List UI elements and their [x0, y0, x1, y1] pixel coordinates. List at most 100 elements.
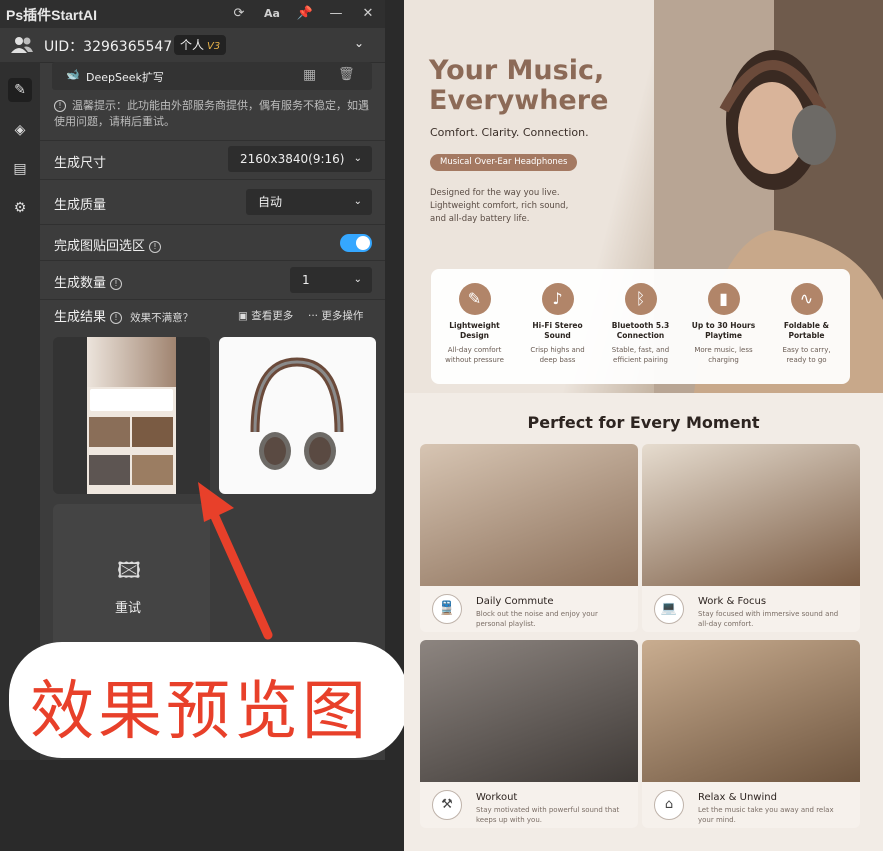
- relax-photo: [642, 640, 860, 782]
- info-icon: !: [149, 241, 162, 253]
- hero-title-line1: Your Music,: [429, 55, 605, 86]
- card-desc: Let the music take you away and relax yo…: [698, 806, 834, 824]
- workout-photo: [420, 640, 638, 782]
- desc-line: and all-day battery life.: [430, 214, 530, 224]
- hint-content: 温馨提示：此功能由外部服务商提供，偶有服务不稳定，如遇使用问题，请稍后重试。: [54, 99, 369, 128]
- chevron-down-icon: ⌄: [353, 274, 362, 285]
- hero-description: Designed for the way you live. Lightweig…: [430, 187, 610, 226]
- badge-level: V3: [207, 41, 221, 52]
- font-size-icon[interactable]: Aa: [262, 4, 282, 24]
- trash-icon[interactable]: 🗑: [338, 67, 355, 82]
- dumbbell-icon: ⚒: [432, 790, 462, 820]
- preview-poster: Your Music, Everywhere Comfort. Clarity.…: [404, 0, 883, 851]
- hero-title: Your Music, Everywhere: [429, 56, 608, 116]
- bluetooth-icon: ᛒ: [624, 283, 657, 315]
- feature-desc: All-day comfort: [447, 346, 502, 354]
- annotation-text: 效果预览图: [30, 675, 370, 749]
- broken-image-icon: 🖾: [117, 559, 141, 584]
- feature-title: Connection: [616, 331, 665, 340]
- card-desc: Block out the noise and enjoy your perso…: [476, 610, 598, 628]
- chevron-down-icon[interactable]: ⌄: [354, 36, 364, 50]
- section-title: Perfect for Every Moment: [527, 413, 760, 432]
- edit-icon[interactable]: ✎: [8, 78, 32, 102]
- annotation-arrow: [198, 482, 273, 640]
- card-title: Workout: [476, 792, 518, 803]
- count-row: 生成数量! 1 ⌄: [40, 261, 385, 300]
- feature-title: Up to 30 Hours: [691, 321, 756, 330]
- quality-label: 生成质量: [54, 198, 107, 213]
- card-title: Relax & Unwind: [698, 792, 777, 803]
- chevron-down-icon: ⌄: [353, 153, 362, 164]
- feature-desc: efficient pairing: [613, 356, 668, 364]
- toggle-knob: [356, 236, 370, 250]
- count-select[interactable]: 1 ⌄: [290, 267, 372, 293]
- size-value: 2160x3840(9:16): [240, 152, 345, 166]
- minimize-icon[interactable]: —: [326, 4, 346, 24]
- deepseek-expand-box[interactable]: 🐋 DeepSeek扩写 ▦ 🗑: [52, 62, 372, 90]
- pin-icon[interactable]: 📌: [295, 4, 315, 24]
- moment-card-workout: ⚒ Workout Stay motivated with powerful s…: [420, 640, 638, 828]
- commute-photo: [420, 444, 638, 586]
- music-note-icon: ♪: [541, 283, 574, 315]
- size-select[interactable]: 2160x3840(9:16) ⌄: [228, 146, 372, 172]
- feature-desc: More music, less: [694, 346, 753, 354]
- deepseek-label: DeepSeek扩写: [86, 71, 164, 84]
- hint-text: ! 温馨提示：此功能由外部服务商提供，偶有服务不稳定，如遇使用问题，请稍后重试。: [54, 98, 374, 130]
- users-icon: [11, 37, 33, 53]
- hero-subtitle: Comfort. Clarity. Connection.: [430, 126, 589, 139]
- product-pill: Musical Over-Ear Headphones: [430, 154, 578, 171]
- unsatisfied-link[interactable]: 效果不满意？: [130, 312, 193, 324]
- badge-label: 个人: [180, 38, 205, 52]
- feature-title: Portable: [788, 331, 825, 340]
- info-icon: !: [54, 100, 66, 112]
- quality-row: 生成质量 自动 ⌄: [40, 180, 385, 225]
- desc-line: Lightweight comfort, rich sound,: [430, 201, 569, 211]
- poster-mini-preview: [87, 337, 176, 494]
- battery-icon: ▮: [707, 283, 740, 315]
- card-title: Work & Focus: [698, 596, 767, 607]
- moment-card-commute: 🚆 Daily Commute Block out the noise and …: [420, 444, 638, 632]
- home-icon: ⌂: [654, 790, 684, 820]
- feature-desc: ready to go: [786, 356, 827, 364]
- history-icon[interactable]: ▦: [303, 67, 316, 83]
- gear-icon[interactable]: ⚙: [8, 196, 32, 220]
- quality-value: 自动: [258, 195, 283, 209]
- retry-card[interactable]: 🖾 重试: [53, 504, 210, 654]
- account-bar[interactable]: UID：3296365547 个人 V3 ⌄: [0, 28, 385, 63]
- account-type-badge: 个人 V3: [174, 35, 227, 55]
- result-thumbnail-poster[interactable]: [53, 337, 210, 494]
- hero-section: Your Music, Everywhere Comfort. Clarity.…: [404, 0, 883, 393]
- moment-card-relax: ⌂ Relax & Unwind Let the music take you …: [642, 640, 860, 828]
- app-title: Ps插件StartAI: [6, 7, 98, 23]
- close-icon[interactable]: ✕: [358, 4, 378, 24]
- feature-desc: Crisp highs and: [530, 346, 585, 354]
- desc-line: Designed for the way you live.: [430, 188, 560, 198]
- paste-back-text: 完成图贴回选区: [54, 239, 146, 254]
- features-panel: ✎ Lightweight Design All-day comfort witho…: [431, 269, 850, 384]
- info-icon: !: [110, 312, 123, 324]
- view-more-text: 查看更多: [251, 310, 294, 322]
- feature-foldable: ∿ Foldable & Portable Easy to carry, ready…: [765, 283, 848, 365]
- title-bar: Ps插件StartAI ⟳ Aa 📌 — ✕: [0, 0, 385, 28]
- count-text: 生成数量: [54, 276, 107, 291]
- hero-title-line2: Everywhere: [429, 85, 609, 116]
- feature-hifi: ♪ Hi-Fi Stereo Sound Crisp highs and deep …: [516, 283, 599, 365]
- layers-icon[interactable]: ◈: [8, 118, 32, 142]
- feature-desc: deep bass: [539, 356, 576, 364]
- moment-card-work: 💻 Work & Focus Stay focused with immersi…: [642, 444, 860, 632]
- quality-select[interactable]: 自动 ⌄: [246, 189, 372, 215]
- refresh-icon[interactable]: ⟳: [229, 4, 249, 24]
- card-desc: Stay motivated with powerful sound that …: [476, 806, 620, 824]
- size-row: 生成尺寸 2160x3840(9:16) ⌄: [40, 140, 385, 180]
- results-label: 生成结果: [54, 310, 107, 325]
- paste-back-label: 完成图贴回选区!: [54, 235, 162, 254]
- view-more-icon: ▣: [238, 310, 252, 322]
- view-more-link[interactable]: ▣ 查看更多: [238, 308, 293, 323]
- more-actions-link[interactable]: ··· 更多操作: [308, 308, 363, 323]
- feature-lightweight: ✎ Lightweight Design All-day comfort witho…: [433, 283, 516, 365]
- feature-title: Sound: [544, 331, 571, 340]
- clipboard-icon[interactable]: ▤: [8, 157, 32, 181]
- paste-back-toggle[interactable]: [340, 234, 372, 252]
- deepseek-logo-icon: 🐋: [66, 68, 80, 81]
- feature-title: Playtime: [705, 331, 742, 340]
